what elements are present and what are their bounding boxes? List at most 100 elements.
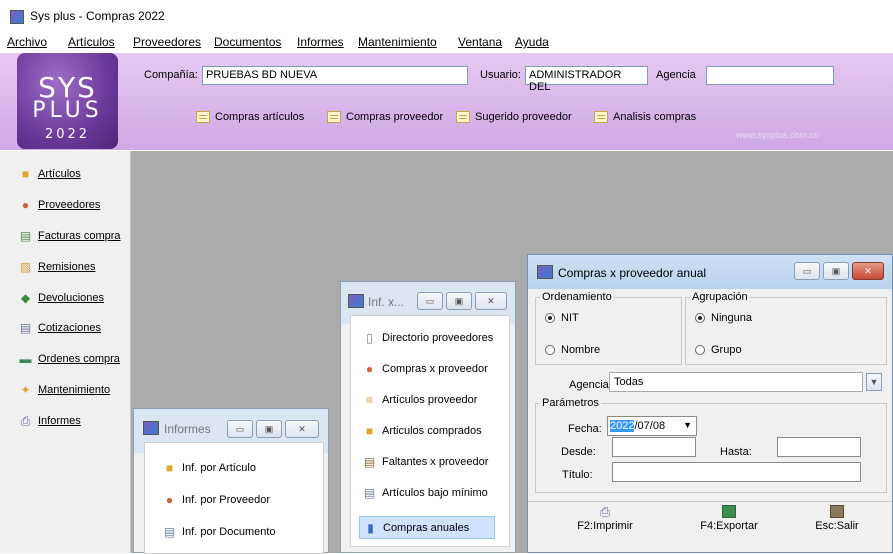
exportar-label: F4:Exportar: [700, 520, 758, 532]
compras-anual-title: Compras x proveedor anual: [558, 266, 707, 280]
sidebar-item-facturas-compra[interactable]: ▤ Facturas compra: [18, 229, 121, 243]
sidebar-item-mantenimiento[interactable]: ✦ Mantenimiento: [18, 383, 110, 397]
hasta-field[interactable]: [777, 437, 861, 457]
list-item-label: Inf. por Artículo: [182, 462, 256, 474]
titulo-field[interactable]: [612, 462, 861, 482]
bar-chart-icon: ▮: [367, 520, 374, 535]
calendar-dropdown-icon[interactable]: ▼: [683, 420, 692, 430]
list-item-label: Faltantes x proveedor: [382, 456, 489, 468]
sysplus-logo: SYS PLUS 2022: [17, 53, 118, 149]
ninguna-label: Ninguna: [711, 312, 752, 324]
compras-x-proveedor-item[interactable]: ● Compras x proveedor: [362, 362, 488, 376]
inf-por-proveedor-item[interactable]: ● Inf. por Proveedor: [162, 493, 270, 507]
ninguna-radio[interactable]: Ninguna: [695, 312, 752, 324]
maximize-button[interactable]: ▣: [256, 420, 282, 438]
list-item-label: Directorio proveedores: [382, 332, 494, 344]
sidebar-item-label: Artículos: [38, 168, 81, 180]
inf-x-panel: ▯ Directorio proveedores ● Compras x pro…: [350, 315, 510, 547]
agencia-dropdown-button[interactable]: ▼: [866, 373, 882, 391]
list-icon: ▤: [363, 486, 376, 500]
desde-field[interactable]: [612, 437, 696, 457]
inf-por-articulo-item[interactable]: ■ Inf. por Artículo: [162, 461, 256, 475]
menu-archivo[interactable]: Archivo: [7, 35, 47, 49]
sidebar-item-cotizaciones[interactable]: ▤ Cotizaciones: [18, 321, 101, 335]
person-icon: ●: [21, 198, 30, 212]
salir-label: Esc:Salir: [815, 520, 859, 532]
sidebar-item-label: Cotizaciones: [38, 322, 101, 334]
compras-anual-caption[interactable]: Compras x proveedor anual ▭ ▣ ✕: [528, 255, 892, 289]
box-icon: ■: [21, 167, 30, 181]
articulos-proveedor-item[interactable]: ≡ Artículos proveedor: [362, 393, 477, 407]
excel-icon: [722, 505, 736, 518]
inf-por-documento-item[interactable]: ▤ Inf. por Documento: [162, 525, 276, 539]
sidebar-item-label: Mantenimiento: [38, 384, 111, 396]
minimize-button[interactable]: ▭: [227, 420, 253, 438]
document-icon: ▤: [163, 525, 176, 539]
close-button[interactable]: ✕: [285, 420, 319, 438]
return-icon: ◆: [20, 291, 31, 305]
fecha-field[interactable]: 2022/07/08 ▼: [607, 416, 697, 436]
grupo-radio[interactable]: Grupo: [695, 344, 742, 356]
fecha-year: 2022: [610, 420, 635, 432]
imprimir-button[interactable]: ⎙ F2:Imprimir: [570, 505, 640, 532]
menu-articulos[interactable]: Artículos: [68, 35, 115, 49]
compras-anuales-item[interactable]: ▮ Compras anuales: [359, 516, 495, 539]
nombre-label: Nombre: [561, 344, 601, 356]
minimize-button[interactable]: ▭: [794, 262, 820, 280]
sidebar-item-devoluciones[interactable]: ◆ Devoluciones: [18, 291, 104, 305]
analisis-compras-label: Analisis compras: [613, 111, 697, 123]
box-icon: ■: [165, 461, 174, 475]
app-icon: [348, 294, 364, 308]
grupo-label: Grupo: [711, 344, 742, 356]
exportar-button[interactable]: F4:Exportar: [694, 505, 764, 532]
tools-icon: ✦: [20, 383, 31, 397]
ordenamiento-group: Ordenamiento NIT Nombre: [535, 291, 682, 365]
analisis-compras-button[interactable]: Analisis compras: [594, 111, 696, 123]
list-item-label: Compras anuales: [383, 521, 470, 534]
website-link[interactable]: www.sysplus.com.co: [736, 130, 819, 140]
hasta-label: Hasta:: [720, 446, 752, 458]
nombre-radio[interactable]: Nombre: [545, 344, 600, 356]
sugerido-proveedor-button[interactable]: Sugerido proveedor: [456, 111, 572, 123]
sidebar-item-ordenes-compra[interactable]: ▬ Ordenes compra: [18, 352, 120, 366]
agencia-select[interactable]: Todas: [609, 372, 863, 392]
minimize-button[interactable]: ▭: [417, 292, 443, 310]
maximize-button[interactable]: ▣: [446, 292, 472, 310]
sidebar-item-proveedores[interactable]: ● Proveedores: [18, 198, 101, 212]
close-button[interactable]: ✕: [475, 292, 507, 310]
maximize-button[interactable]: ▣: [823, 262, 849, 280]
list-item-label: Artículos bajo mínimo: [382, 487, 488, 499]
menu-documentos[interactable]: Documentos: [214, 35, 281, 49]
title-bar: Sys plus - Compras 2022: [0, 0, 893, 30]
compras-articulos-label: Compras artículos: [215, 111, 305, 123]
menu-mantenimiento[interactable]: Mantenimiento: [358, 35, 437, 49]
menu-ayuda[interactable]: Ayuda: [515, 35, 549, 49]
menu-ventana[interactable]: Ventana: [458, 35, 502, 49]
sidebar-item-remisiones[interactable]: ▧ Remisiones: [18, 260, 96, 274]
agrupacion-group: Agrupación Ninguna Grupo: [685, 291, 887, 365]
agencia-field[interactable]: [706, 66, 834, 85]
faltantes-x-proveedor-item[interactable]: ▤ Faltantes x proveedor: [362, 455, 489, 469]
parametros-legend: Parámetros: [540, 397, 601, 409]
list-icon: [594, 111, 608, 123]
sidebar-item-articulos[interactable]: ■ Artículos: [18, 167, 81, 181]
sidebar-item-label: Devoluciones: [38, 292, 105, 304]
menu-proveedores[interactable]: Proveedores: [133, 35, 201, 49]
sidebar-item-informes[interactable]: ⎙ Informes: [18, 414, 81, 428]
menu-informes[interactable]: Informes: [297, 35, 344, 49]
articulos-bajo-minimo-item[interactable]: ▤ Artículos bajo mínimo: [362, 486, 488, 500]
compania-label: Compañía:: [144, 69, 198, 81]
radio-unselected-icon: [545, 345, 555, 355]
usuario-field[interactable]: ADMINISTRADOR DEL: [525, 66, 648, 93]
app-header: SYS PLUS 2022 Compañía: PRUEBAS BD NUEVA…: [0, 53, 893, 150]
compras-articulos-button[interactable]: Compras artículos: [196, 111, 304, 123]
ordenamiento-legend: Ordenamiento: [540, 291, 614, 303]
directorio-proveedores-item[interactable]: ▯ Directorio proveedores: [362, 331, 493, 345]
compras-proveedor-button[interactable]: Compras proveedor: [327, 111, 443, 123]
articulos-comprados-item[interactable]: ■ Articulos comprados: [362, 424, 482, 438]
salir-button[interactable]: Esc:Salir: [807, 505, 867, 532]
agrupacion-legend: Agrupación: [690, 291, 750, 303]
close-button[interactable]: ✕: [852, 262, 884, 280]
nit-radio[interactable]: NIT: [545, 312, 579, 324]
compania-field[interactable]: PRUEBAS BD NUEVA: [202, 66, 468, 85]
